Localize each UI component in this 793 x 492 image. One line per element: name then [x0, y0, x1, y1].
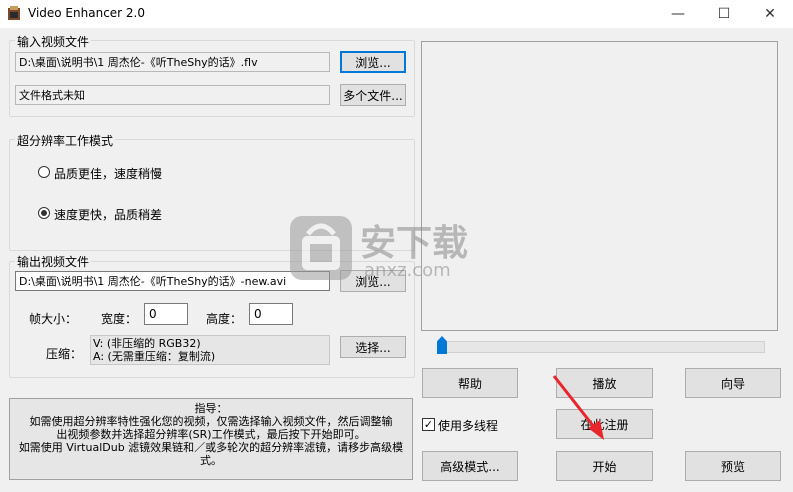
- check-icon: ✓: [423, 418, 434, 431]
- guide-line: 出视频参数并选择超分辨率(SR)工作模式，最后按下开始即可。: [56, 428, 366, 441]
- guide-line: 式。: [200, 454, 222, 467]
- width-label: 宽度：: [101, 312, 138, 326]
- guide-title: 指导：: [194, 402, 228, 415]
- advanced-mode-button[interactable]: 高级模式...: [422, 451, 518, 481]
- input-video-legend: 输入视频文件: [15, 33, 92, 50]
- sr-mode-legend: 超分辨率工作模式: [15, 132, 116, 149]
- output-path-field[interactable]: D:\桌面\说明书\1 周杰伦-《听TheShy的话》-new.avi: [15, 271, 330, 291]
- input-format-field: 文件格式未知: [15, 85, 330, 105]
- speed-radio[interactable]: [38, 207, 50, 219]
- guide-line: 如需使用超分辨率特性强化您的视频，仅需选择输入视频文件，然后调整输: [29, 415, 393, 428]
- app-icon: [6, 5, 22, 21]
- minimize-button[interactable]: —: [655, 0, 701, 28]
- guide-line: 如需使用 VirtualDub 滤镜效果链和／或多轮次的超分辨率滤镜，请移步高级…: [18, 441, 404, 454]
- window-title: Video Enhancer 2.0: [28, 6, 145, 20]
- speed-radio-label: 速度更快，品质稍差: [54, 208, 163, 222]
- multiple-files-button[interactable]: 多个文件...: [340, 84, 406, 106]
- annotation-arrow-icon: [552, 375, 604, 440]
- maximize-button[interactable]: ☐: [701, 0, 747, 28]
- compress-audio-text: A: (无需重压缩：复制流): [93, 350, 216, 363]
- multithread-label: 使用多线程: [438, 419, 499, 433]
- close-icon: ✕: [764, 6, 776, 22]
- quality-radio[interactable]: [38, 166, 50, 178]
- input-browse-button[interactable]: 浏览...: [340, 51, 406, 73]
- watermark-text: 安下载: [360, 223, 469, 264]
- watermark-subtext: anxz.com: [364, 260, 451, 281]
- minimize-icon: —: [671, 6, 685, 22]
- close-button[interactable]: ✕: [747, 0, 793, 28]
- height-input[interactable]: 0: [249, 303, 293, 325]
- multithread-checkbox[interactable]: ✓: [422, 418, 435, 431]
- compress-info-box: V: (非压缩的 RGB32) A: (无需重压缩：复制流): [90, 335, 330, 365]
- height-label: 高度：: [206, 312, 243, 326]
- preview-button[interactable]: 预览: [685, 451, 781, 481]
- start-button[interactable]: 开始: [556, 451, 653, 481]
- input-path-field[interactable]: D:\桌面\说明书\1 周杰伦-《听TheShy的话》.flv: [15, 52, 330, 72]
- seek-slider-thumb[interactable]: [437, 336, 447, 354]
- quality-radio-label: 品质更佳，速度稍慢: [54, 167, 163, 181]
- maximize-icon: ☐: [717, 6, 731, 22]
- wizard-button[interactable]: 向导: [685, 368, 781, 398]
- compress-video-text: V: (非压缩的 RGB32): [93, 337, 201, 350]
- width-input[interactable]: 0: [144, 303, 188, 325]
- compress-select-button[interactable]: 选择...: [340, 336, 406, 358]
- help-button[interactable]: 帮助: [422, 368, 518, 398]
- seek-slider-track[interactable]: [437, 341, 765, 353]
- guide-panel: 指导： 如需使用超分辨率特性强化您的视频，仅需选择输入视频文件，然后调整输 出视…: [9, 398, 413, 480]
- compress-label: 压缩：: [46, 347, 83, 361]
- output-video-legend: 输出视频文件: [15, 253, 92, 270]
- frame-size-label: 帧大小：: [29, 312, 78, 326]
